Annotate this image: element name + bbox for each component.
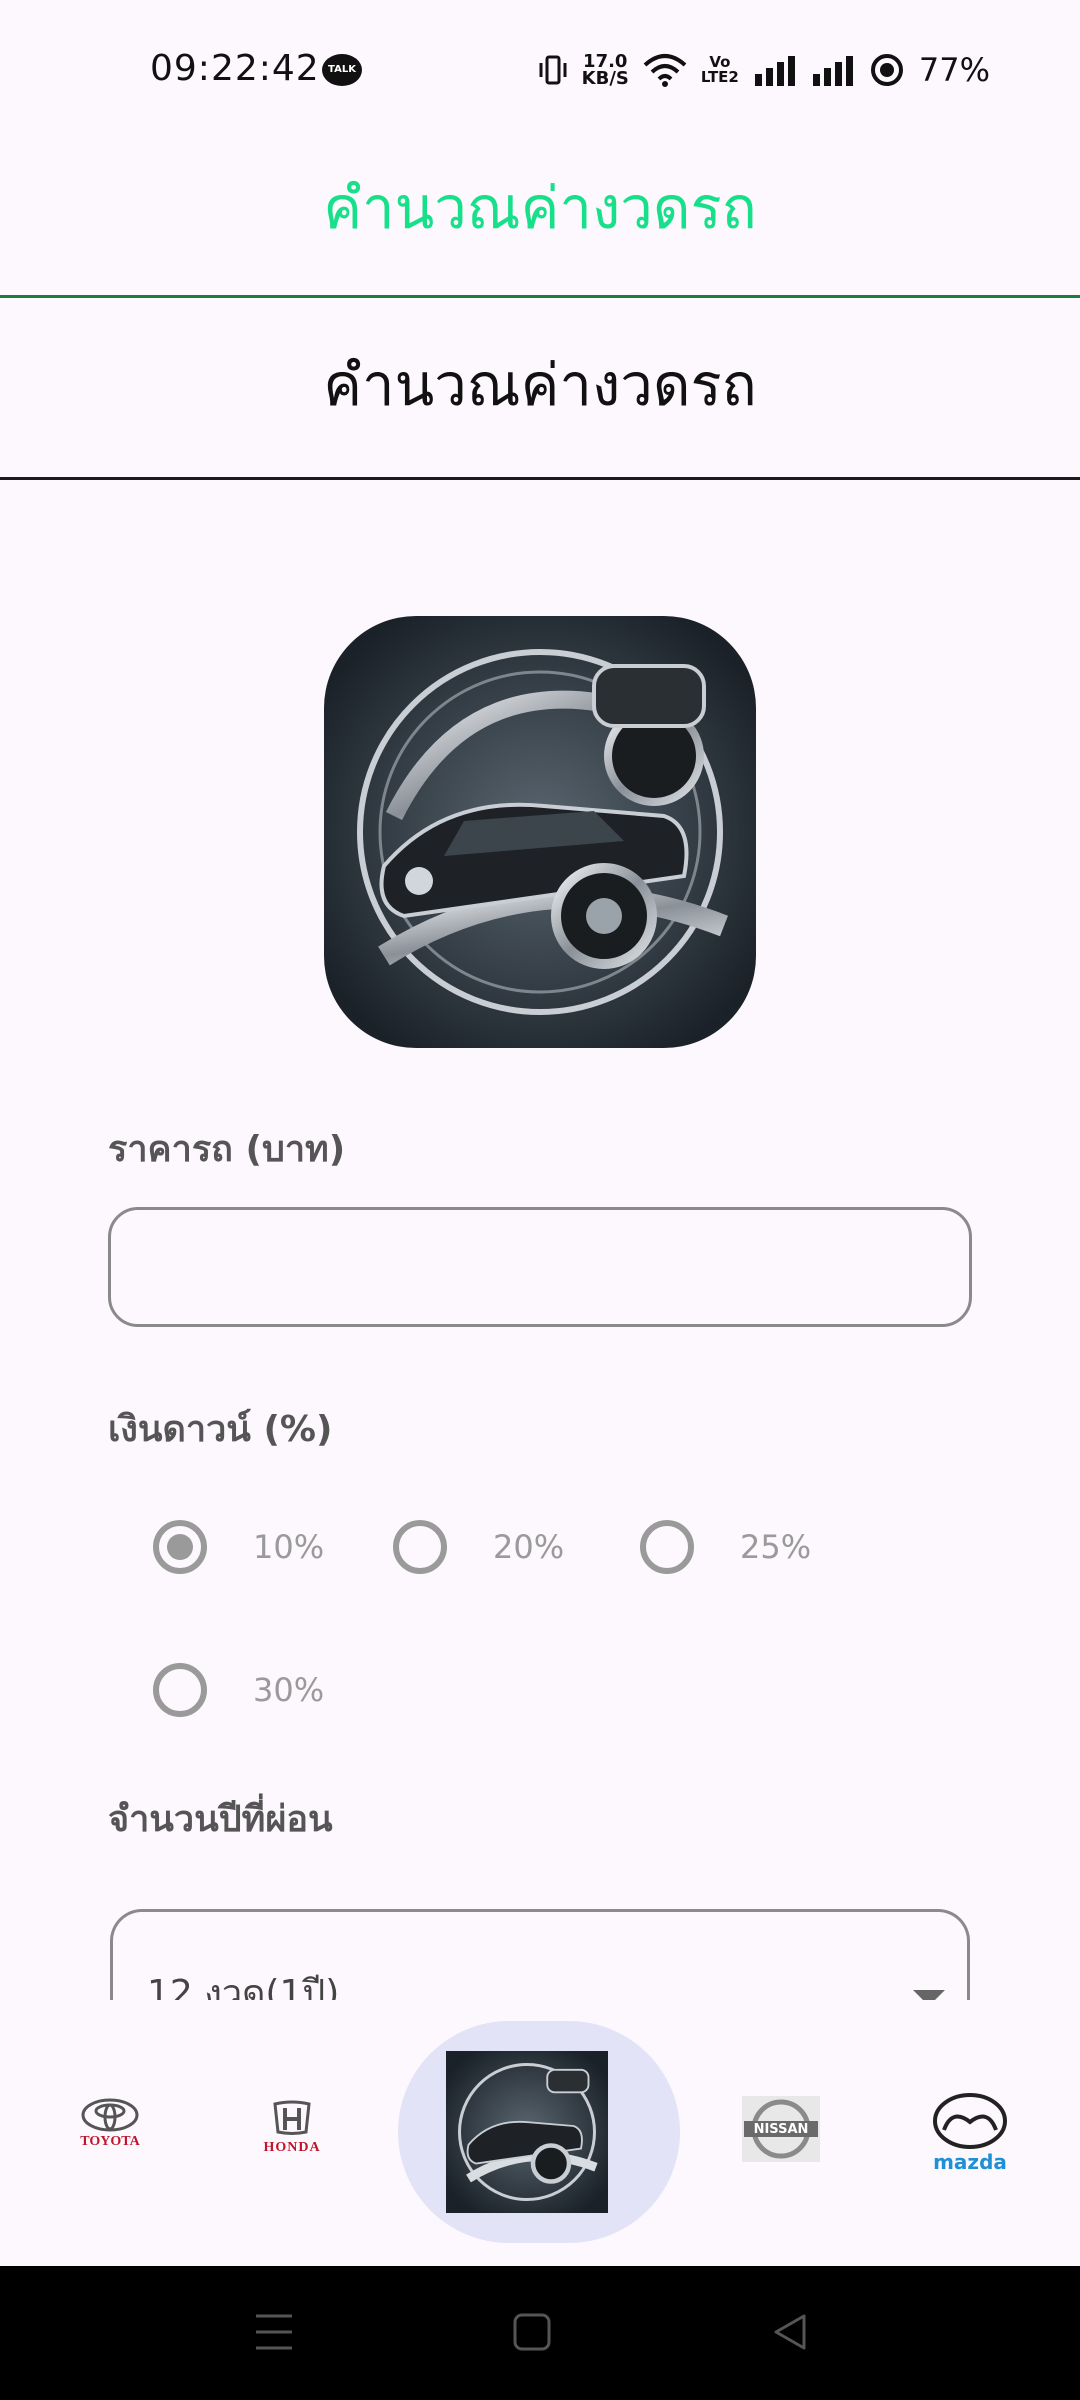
brand-label: mazda (933, 2150, 1007, 2174)
app-bar: คำนวณค่างวดรถ (0, 150, 1080, 298)
car-app-thumbnail-image (446, 2051, 608, 2213)
screen: 09:22:42 TALK 17.0 KB/S Vo LTE2 77% คำนว… (0, 0, 1080, 2400)
app-title: คำนวณค่างวดรถ (323, 174, 757, 242)
honda-logo-icon (273, 2100, 311, 2135)
brand-nav-car-app-active[interactable] (398, 2021, 680, 2243)
system-nav-bar (0, 2266, 1080, 2400)
battery-level: 77% (918, 51, 990, 89)
menu-icon[interactable] (254, 2310, 294, 2354)
wifi-icon (643, 54, 687, 87)
status-time: 09:22:42 (150, 48, 320, 89)
price-label: ราคารถ (บาท) (108, 1129, 346, 1170)
brand-label: TOYOTA (80, 2134, 140, 2149)
toyota-logo-icon (81, 2098, 139, 2132)
signal-icon (754, 56, 795, 86)
brand-nav-nissan[interactable]: NISSAN (742, 2096, 820, 2166)
net-speed-unit: KB/S (581, 68, 629, 89)
mazda-logo-icon (933, 2093, 1007, 2149)
brand-nav-toyota[interactable]: TOYOTA (70, 2098, 150, 2150)
down-payment-option-20[interactable]: 20% (393, 1520, 564, 1574)
battery-saver-icon (870, 54, 903, 86)
net-speed: 17.0 KB/S (581, 53, 629, 89)
radio-label: 20% (493, 1528, 565, 1566)
brand-label: NISSAN (753, 2122, 809, 2137)
radio-unchecked-icon (153, 1663, 207, 1717)
status-bar: 09:22:42 TALK 17.0 KB/S Vo LTE2 77% (0, 0, 1080, 130)
signal-icon (812, 56, 853, 86)
radio-label: 30% (253, 1671, 325, 1709)
price-input[interactable] (108, 1207, 972, 1327)
radio-unchecked-icon (640, 1520, 694, 1574)
back-icon[interactable] (770, 2310, 810, 2354)
volte-badge: Vo LTE2 (701, 55, 739, 85)
brand-nav-bar: TOYOTA HONDA NISSAN mazda (0, 2000, 1080, 2266)
radio-label: 25% (740, 1528, 812, 1566)
car-logo-image (324, 616, 756, 1048)
home-icon[interactable] (512, 2310, 552, 2354)
page-title: คำนวณค่างวดรถ (323, 351, 757, 419)
brand-label: HONDA (263, 2140, 321, 2155)
volte-bottom: LTE2 (700, 68, 739, 86)
radio-label: 10% (253, 1528, 325, 1566)
down-payment-label: เงินดาวน์ (%) (108, 1409, 333, 1450)
vibrate-icon (539, 55, 567, 85)
status-icons: 17.0 KB/S Vo LTE2 77% (538, 50, 990, 90)
radio-checked-icon (153, 1520, 207, 1574)
car-thumbnail-icon (446, 2051, 608, 2213)
talk-icon: TALK (322, 54, 362, 86)
section-header: คำนวณค่างวดรถ (0, 300, 1080, 480)
term-label: จำนวนปีที่ผ่อน (108, 1799, 333, 1840)
brand-nav-mazda[interactable]: mazda (928, 2092, 1012, 2174)
down-payment-option-10[interactable]: 10% (153, 1520, 324, 1574)
radio-unchecked-icon (393, 1520, 447, 1574)
down-payment-option-30[interactable]: 30% (153, 1663, 324, 1717)
brand-nav-honda[interactable]: HONDA (252, 2100, 332, 2156)
down-payment-option-25[interactable]: 25% (640, 1520, 811, 1574)
